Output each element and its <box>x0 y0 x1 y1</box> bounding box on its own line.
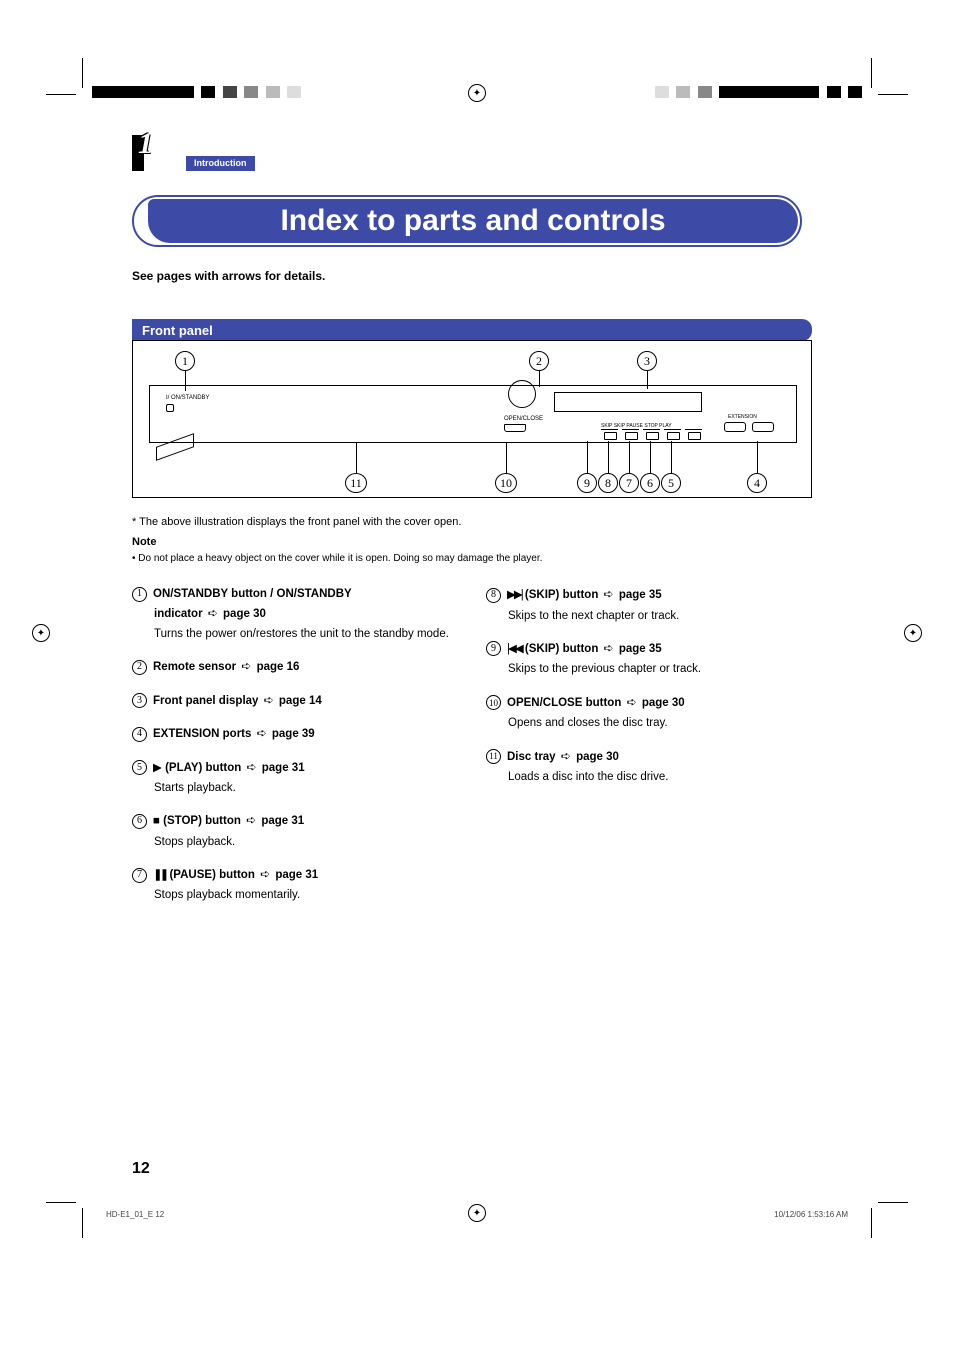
front-display-icon <box>554 392 702 412</box>
front-panel-diagram: 1 2 3 I/ ON/STANDBY OPEN/CLOSE SKIP SKIP… <box>132 340 812 498</box>
list-item: 5▶ (PLAY) button ➪ page 31 Starts playba… <box>132 758 468 798</box>
callout-2: 2 <box>529 351 549 371</box>
device-outline: I/ ON/STANDBY OPEN/CLOSE SKIP SKIP PAUSE… <box>149 385 797 443</box>
arrow-icon: ➪ <box>604 641 614 655</box>
page-title: Index to parts and controls <box>280 204 665 238</box>
footer-right: 10/12/06 1:53:16 AM <box>774 1210 848 1219</box>
open-close-label: OPEN/CLOSE <box>504 416 543 422</box>
list-item: 4EXTENSION ports ➪ page 39 <box>132 724 468 743</box>
item-desc: Stops playback momentarily. <box>154 886 468 904</box>
arrow-icon: ➪ <box>604 587 614 601</box>
cover-icon <box>156 433 194 461</box>
callout-6: 6 <box>640 473 660 493</box>
page-title-banner: Index to parts and controls <box>132 195 802 247</box>
list-item: 8▶▶| (SKIP) button ➪ page 35 Skips to th… <box>486 585 822 625</box>
note-bullet: • Do not place a heavy object on the cov… <box>132 551 822 567</box>
footer-left: HD-E1_01_E 12 <box>106 1210 164 1219</box>
callout-4: 4 <box>747 473 767 493</box>
arrow-icon: ➪ <box>264 693 274 707</box>
skip-fwd-icon: ▶▶| <box>507 586 522 604</box>
item-desc: Turns the power on/restores the unit to … <box>154 625 468 643</box>
chapter-number: 1 <box>138 127 153 161</box>
on-standby-button-icon <box>166 404 174 412</box>
item-desc: Starts playback. <box>154 779 468 797</box>
parts-list: 1ON/STANDBY button / ON/STANDBY indicato… <box>132 585 822 919</box>
arrow-icon: ➪ <box>627 695 637 709</box>
arrow-icon: ➪ <box>208 606 218 620</box>
list-item: 3Front panel display ➪ page 14 <box>132 691 468 710</box>
item-desc: Loads a disc into the disc drive. <box>508 768 822 786</box>
callout-3: 3 <box>637 351 657 371</box>
knob-icon <box>508 380 536 408</box>
parts-list-right: 8▶▶| (SKIP) button ➪ page 35 Skips to th… <box>486 585 822 919</box>
item-desc: Stops playback. <box>154 833 468 851</box>
callout-7: 7 <box>619 473 639 493</box>
arrow-icon: ➪ <box>247 760 257 774</box>
pause-icon: ❚❚ <box>153 866 166 884</box>
stop-icon: ■ <box>153 812 160 830</box>
item-desc: Skips to the next chapter or track. <box>508 607 822 625</box>
on-standby-label: I/ ON/STANDBY <box>166 395 210 401</box>
page-content: Chapter 1 Introduction Index to parts an… <box>132 135 822 919</box>
callout-8: 8 <box>598 473 618 493</box>
page-number: 12 <box>132 1160 150 1178</box>
list-item: 10OPEN/CLOSE button ➪ page 30 Opens and … <box>486 693 822 733</box>
chapter-section: Introduction <box>186 156 255 171</box>
list-item: 1ON/STANDBY button / ON/STANDBY indicato… <box>132 585 468 643</box>
list-item: 2Remote sensor ➪ page 16 <box>132 657 468 676</box>
registration-icon <box>32 624 50 642</box>
arrow-icon: ➪ <box>241 659 251 673</box>
note-label: Note <box>132 534 822 552</box>
callout-5: 5 <box>661 473 681 493</box>
section-front-panel: Front panel <box>132 319 812 341</box>
parts-list-left: 1ON/STANDBY button / ON/STANDBY indicato… <box>132 585 468 919</box>
arrow-icon: ➪ <box>246 813 256 827</box>
callout-9: 9 <box>577 473 597 493</box>
list-item: 9|◀◀ (SKIP) button ➪ page 35 Skips to th… <box>486 639 822 679</box>
registration-icon <box>468 84 486 102</box>
color-bars-right <box>655 86 862 104</box>
registration-icon <box>904 624 922 642</box>
chapter-tab: Chapter 1 Introduction <box>132 135 822 171</box>
callout-11: 11 <box>345 473 367 493</box>
control-strip: SKIP SKIP PAUSE STOP PLAY <box>601 422 706 441</box>
tray-button-icon <box>504 424 526 432</box>
list-item: 6■ (STOP) button ➪ page 31 Stops playbac… <box>132 811 468 851</box>
arrow-icon: ➪ <box>561 749 571 763</box>
list-item: 7❚❚ (PAUSE) button ➪ page 31 Stops playb… <box>132 865 468 905</box>
caption-text: * The above illustration displays the fr… <box>132 514 822 532</box>
chapter-label: Chapter <box>100 155 123 161</box>
callout-1: 1 <box>175 351 195 371</box>
callout-10: 10 <box>495 473 517 493</box>
play-icon: ▶ <box>153 759 162 777</box>
intro-text: See pages with arrows for details. <box>132 269 822 283</box>
skip-back-icon: |◀◀ <box>507 640 522 658</box>
item-desc: Opens and closes the disc tray. <box>508 714 822 732</box>
extension-ports-icon: EXTENSION <box>724 422 784 436</box>
list-item: 11Disc tray ➪ page 30 Loads a disc into … <box>486 747 822 787</box>
arrow-icon: ➪ <box>260 867 270 881</box>
registration-icon <box>468 1204 486 1222</box>
item-desc: Skips to the previous chapter or track. <box>508 660 822 678</box>
diagram-notes: * The above illustration displays the fr… <box>132 514 822 567</box>
color-bars-left <box>92 86 301 104</box>
arrow-icon: ➪ <box>257 726 267 740</box>
